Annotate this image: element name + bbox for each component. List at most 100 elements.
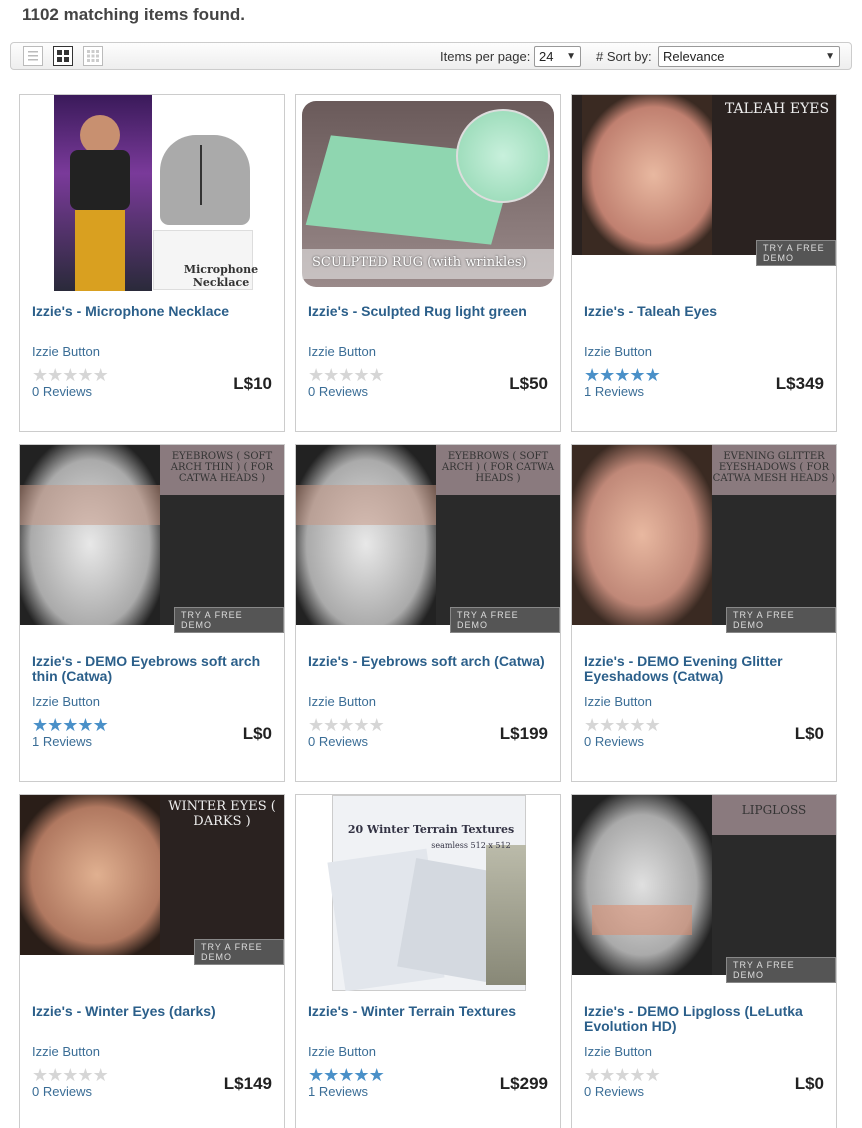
star-icon: ★ [614, 365, 630, 385]
grid-large-icon [57, 50, 69, 62]
star-icon: ★ [599, 365, 615, 385]
price: L$50 [509, 374, 548, 393]
star-icon: ★ [644, 365, 661, 385]
list-view-button[interactable] [23, 46, 43, 66]
product-card[interactable]: EYEBROWS ( SOFT ARCH ) ( FOR CATWA HEADS… [295, 444, 561, 782]
image-caption: LIPGLOSS [741, 803, 807, 817]
image-caption: SCULPTED RUG (with wrinkles) [312, 255, 527, 270]
star-icon: ★ [62, 1065, 78, 1085]
star-icon: ★ [644, 1065, 661, 1085]
seller-link[interactable]: Izzie Button [584, 1044, 652, 1059]
reviews-link[interactable]: 0 Reviews [584, 734, 644, 749]
sort-label: # Sort by: [596, 49, 652, 64]
results-count: 1102 matching items found. [22, 5, 245, 24]
product-title[interactable]: Izzie's - DEMO Eyebrows soft arch thin (… [32, 654, 277, 684]
items-per-page-value: 24 [539, 49, 554, 64]
star-icon: ★ [77, 365, 93, 385]
product-image[interactable]: LIPGLOSS TRY A FREE DEMO [572, 795, 836, 991]
product-card[interactable]: WINTER EYES ( DARKS ) TRY A FREE DEMO Iz… [19, 794, 285, 1128]
seller-link[interactable]: Izzie Button [32, 344, 100, 359]
star-icon: ★ [629, 1065, 645, 1085]
price: L$0 [794, 724, 824, 743]
price: L$349 [775, 374, 824, 393]
star-rating: ★★★★★ [584, 365, 661, 385]
star-icon: ★ [368, 715, 385, 735]
sort-select[interactable]: Relevance ▼ [658, 46, 840, 67]
seller-link[interactable]: Izzie Button [308, 694, 376, 709]
image-caption: WINTER EYES ( DARKS ) [168, 799, 276, 829]
star-icon: ★ [614, 1065, 630, 1085]
price: L$0 [242, 724, 272, 743]
product-title[interactable]: Izzie's - Taleah Eyes [584, 304, 829, 319]
reviews-link[interactable]: 0 Reviews [308, 384, 368, 399]
product-image[interactable]: Microphone Necklace [20, 95, 284, 291]
product-card[interactable]: 20 Winter Terrain Textures seamless 512 … [295, 794, 561, 1128]
image-caption: 20 Winter Terrain Textures [347, 823, 515, 836]
star-icon: ★ [599, 1065, 615, 1085]
reviews-link[interactable]: 0 Reviews [584, 1084, 644, 1099]
demo-label: TRY A FREE DEMO [450, 607, 560, 633]
reviews-link[interactable]: 0 Reviews [308, 734, 368, 749]
product-image[interactable]: WINTER EYES ( DARKS ) TRY A FREE DEMO [20, 795, 284, 991]
star-icon: ★ [62, 715, 78, 735]
reviews-link[interactable]: 1 Reviews [584, 384, 644, 399]
product-card[interactable]: EVENING GLITTER EYESHADOWS ( FOR CATWA M… [571, 444, 837, 782]
star-rating: ★★★★★ [584, 716, 661, 734]
star-icon: ★ [353, 715, 369, 735]
star-icon: ★ [77, 1065, 93, 1085]
product-title[interactable]: Izzie's - Winter Eyes (darks) [32, 1004, 277, 1019]
seller-link[interactable]: Izzie Button [308, 344, 376, 359]
seller-link[interactable]: Izzie Button [32, 694, 100, 709]
star-rating: ★★★★★ [32, 365, 109, 385]
items-per-page-select[interactable]: 24 ▼ [534, 46, 581, 67]
product-title[interactable]: Izzie's - DEMO Evening Glitter Eyeshadow… [584, 654, 829, 684]
product-image[interactable]: EYEBROWS ( SOFT ARCH THIN ) ( FOR CATWA … [20, 445, 284, 641]
demo-label: TRY A FREE DEMO [756, 240, 836, 266]
product-title[interactable]: Izzie's - Winter Terrain Textures [308, 1004, 553, 1019]
reviews-link[interactable]: 0 Reviews [32, 1084, 92, 1099]
product-card[interactable]: TALEAH EYES TRY A FREE DEMO Izzie's - Ta… [571, 94, 837, 432]
price: L$149 [223, 1074, 272, 1093]
price: L$199 [499, 724, 548, 743]
product-image[interactable]: SCULPTED RUG (with wrinkles) [296, 95, 560, 291]
price: L$0 [794, 1074, 824, 1093]
grid-view-button[interactable] [83, 46, 103, 66]
reviews-link[interactable]: 0 Reviews [32, 384, 92, 399]
star-icon: ★ [92, 1065, 109, 1085]
product-image[interactable]: TALEAH EYES TRY A FREE DEMO [572, 95, 836, 291]
gallery-view-button[interactable] [53, 46, 73, 66]
image-caption: EVENING GLITTER EYESHADOWS ( FOR CATWA M… [712, 451, 836, 484]
seller-link[interactable]: Izzie Button [308, 1044, 376, 1059]
seller-link[interactable]: Izzie Button [584, 344, 652, 359]
star-rating: ★★★★★ [308, 365, 385, 385]
product-image[interactable]: EVENING GLITTER EYESHADOWS ( FOR CATWA M… [572, 445, 836, 641]
product-card[interactable]: SCULPTED RUG (with wrinkles) Izzie's - S… [295, 94, 561, 432]
results-toolbar: Items per page: 24 ▼ # Sort by: Relevanc… [10, 42, 852, 70]
star-icon: ★ [584, 365, 600, 385]
star-icon: ★ [338, 1065, 354, 1085]
seller-link[interactable]: Izzie Button [32, 1044, 100, 1059]
product-card[interactable]: Microphone Necklace Izzie's - Microphone… [19, 94, 285, 432]
reviews-link[interactable]: 1 Reviews [308, 1084, 368, 1099]
reviews-link[interactable]: 1 Reviews [32, 734, 92, 749]
product-card[interactable]: EYEBROWS ( SOFT ARCH THIN ) ( FOR CATWA … [19, 444, 285, 782]
star-icon: ★ [353, 1065, 369, 1085]
star-icon: ★ [47, 1065, 63, 1085]
star-rating: ★★★★★ [32, 715, 109, 735]
star-icon: ★ [308, 365, 324, 385]
image-caption: Microphone Necklace [183, 263, 259, 289]
product-title[interactable]: Izzie's - Microphone Necklace [32, 304, 277, 319]
product-title[interactable]: Izzie's - DEMO Lipgloss (LeLutka Evoluti… [584, 1004, 829, 1034]
price: L$299 [499, 1074, 548, 1093]
product-image[interactable]: EYEBROWS ( SOFT ARCH ) ( FOR CATWA HEADS… [296, 445, 560, 641]
demo-label: TRY A FREE DEMO [726, 957, 836, 983]
star-icon: ★ [62, 365, 78, 385]
product-image[interactable]: 20 Winter Terrain Textures seamless 512 … [296, 795, 560, 991]
product-card[interactable]: LIPGLOSS TRY A FREE DEMO Izzie's - DEMO … [571, 794, 837, 1128]
seller-link[interactable]: Izzie Button [584, 694, 652, 709]
items-per-page-label: Items per page: [440, 49, 531, 64]
star-rating: ★★★★★ [308, 1065, 385, 1085]
product-title[interactable]: Izzie's - Sculpted Rug light green [308, 304, 553, 319]
star-icon: ★ [323, 715, 339, 735]
product-title[interactable]: Izzie's - Eyebrows soft arch (Catwa) [308, 654, 553, 669]
